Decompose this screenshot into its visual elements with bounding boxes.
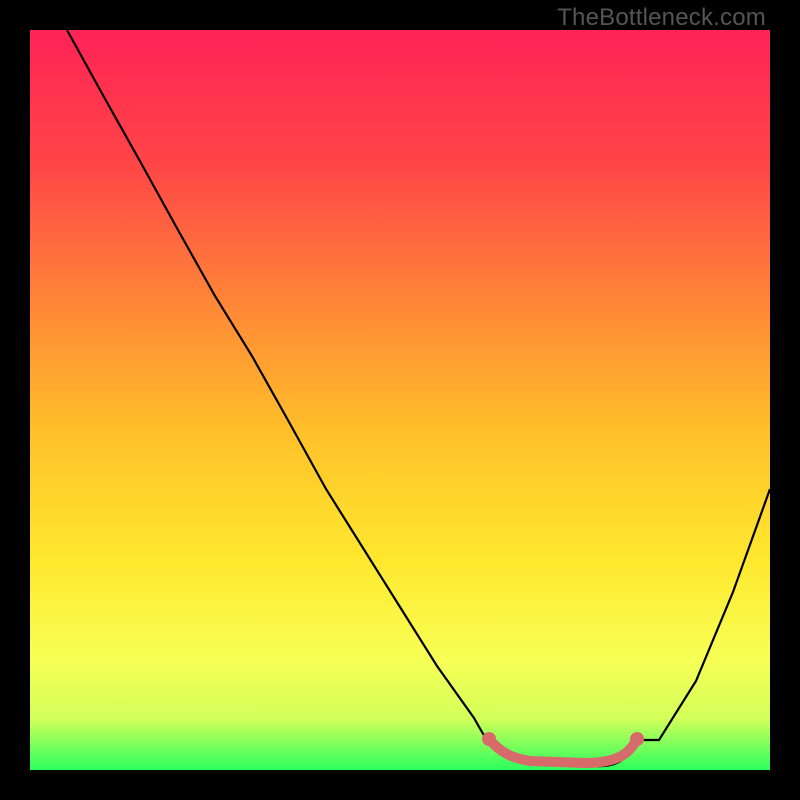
watermark-text: TheBottleneck.com: [557, 4, 766, 32]
highlight-segment: [489, 739, 637, 763]
curve-layer: [30, 30, 770, 770]
chart-frame: [30, 30, 770, 770]
bottleneck-curve: [67, 30, 770, 766]
highlight-end-dot: [630, 732, 644, 746]
highlight-start-dot: [482, 732, 496, 746]
